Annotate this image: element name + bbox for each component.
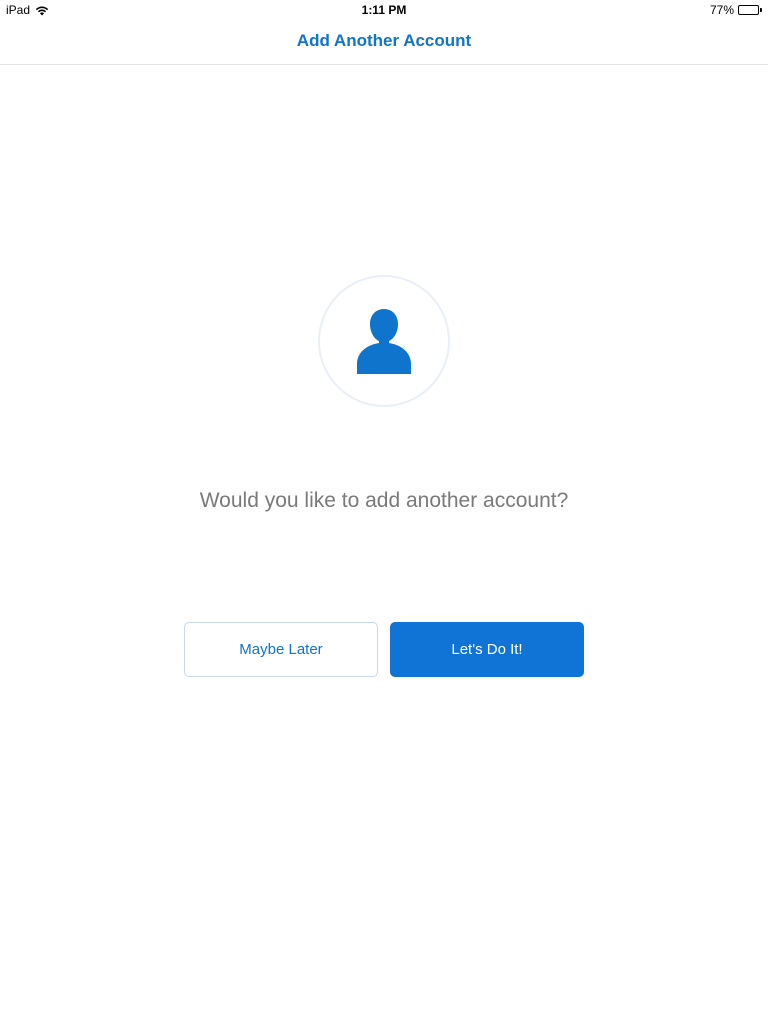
add-account-prompt: Would you like to add another account? <box>199 489 569 512</box>
battery-icon <box>738 5 762 15</box>
avatar <box>318 275 450 407</box>
status-bar: iPad 1:11 PM 77% <box>0 0 768 20</box>
battery-percent: 77% <box>709 3 734 17</box>
add-account-screen: iPad 1:11 PM 77% Add Another Account Wou… <box>0 0 768 1024</box>
status-time: 1:11 PM <box>361 3 407 17</box>
maybe-later-button[interactable]: Maybe Later <box>184 622 378 677</box>
page-title: Add Another Account <box>296 30 472 50</box>
status-right: 77% <box>710 3 762 17</box>
person-icon <box>357 309 411 374</box>
nav-bar: Add Another Account <box>0 20 768 65</box>
lets-do-it-button[interactable]: Let's Do It! <box>390 622 584 677</box>
